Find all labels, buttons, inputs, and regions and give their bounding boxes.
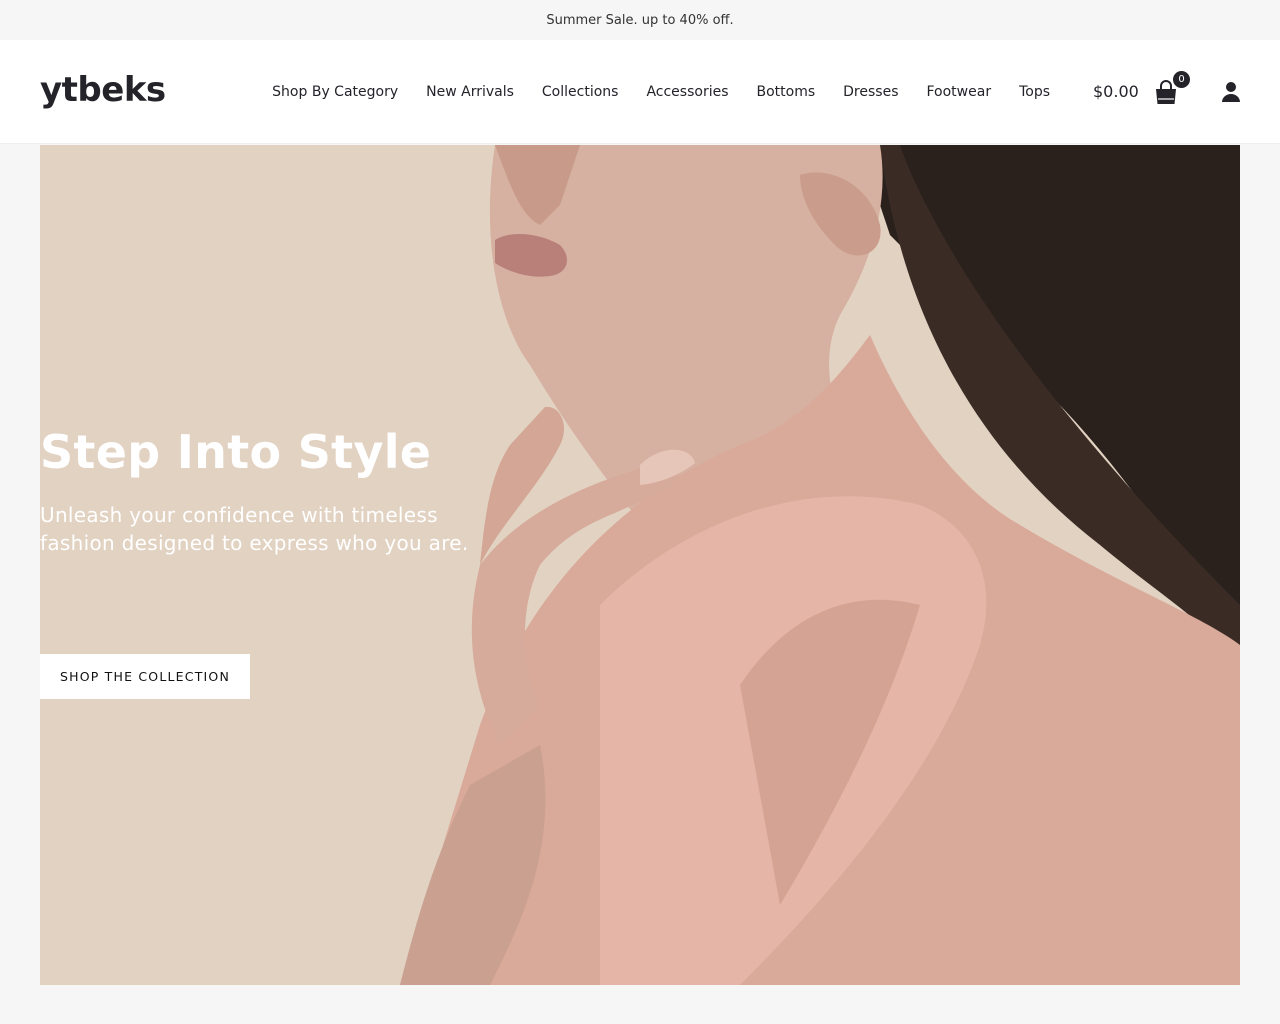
nav-item-new-arrivals[interactable]: New Arrivals bbox=[426, 84, 514, 100]
hero-title: Step Into Style bbox=[40, 425, 432, 479]
nav-item-footwear[interactable]: Footwear bbox=[927, 84, 992, 100]
announcement-text: Summer Sale. up to 40% off. bbox=[546, 12, 734, 28]
cart-total[interactable]: $0.00 bbox=[1093, 82, 1139, 101]
hero-model-photo bbox=[40, 145, 1240, 985]
cart-count-badge[interactable]: 0 bbox=[1172, 70, 1191, 89]
main-navigation: Shop By Category New Arrivals Collection… bbox=[272, 40, 1050, 144]
nav-item-shop-by-category[interactable]: Shop By Category bbox=[272, 84, 398, 100]
nav-item-bottoms[interactable]: Bottoms bbox=[757, 84, 816, 100]
announcement-bar: Summer Sale. up to 40% off. bbox=[0, 0, 1280, 40]
nav-item-collections[interactable]: Collections bbox=[542, 84, 619, 100]
shop-collection-button[interactable]: SHOP THE COLLECTION bbox=[40, 654, 250, 699]
site-header: ytbeks Shop By Category New Arrivals Col… bbox=[0, 40, 1280, 144]
hero-banner: Step Into Style Unleash your confidence … bbox=[40, 145, 1240, 985]
hero-subtitle: Unleash your confidence with timeless fa… bbox=[40, 503, 469, 555]
nav-item-accessories[interactable]: Accessories bbox=[646, 84, 728, 100]
nav-item-tops[interactable]: Tops bbox=[1019, 84, 1050, 100]
user-icon[interactable] bbox=[1220, 81, 1242, 103]
nav-item-dresses[interactable]: Dresses bbox=[843, 84, 898, 100]
site-logo[interactable]: ytbeks bbox=[40, 70, 166, 110]
